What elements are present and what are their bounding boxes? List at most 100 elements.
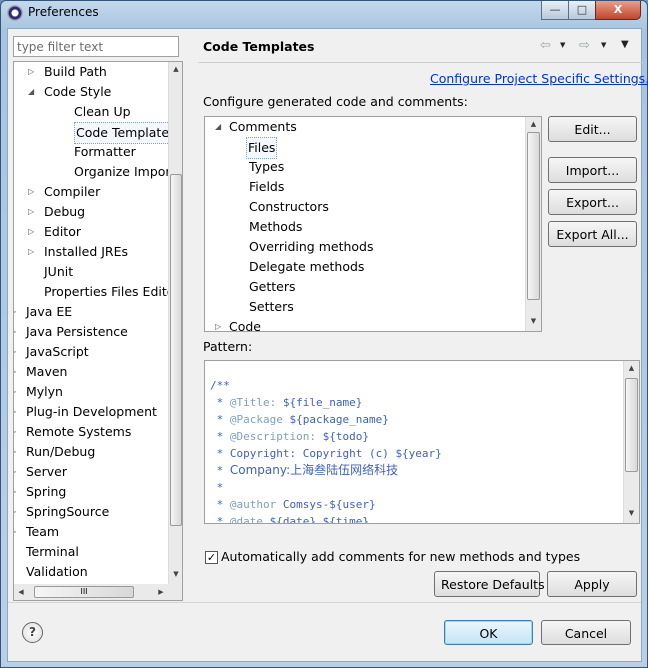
export-all-button[interactable]: Export All...: [548, 221, 637, 247]
templates-scroll-thumb[interactable]: [527, 132, 540, 300]
expand-arrow-icon[interactable]: ▷: [14, 402, 16, 422]
expand-arrow-icon[interactable]: ▷: [215, 317, 221, 331]
template-item[interactable]: Types: [205, 157, 523, 177]
auto-comments-checkbox[interactable]: ✓: [205, 551, 218, 564]
cancel-button[interactable]: Cancel: [541, 620, 631, 645]
tree-item[interactable]: ▷ Team: [14, 522, 167, 542]
tree-item[interactable]: ◢ Code Style: [14, 82, 167, 102]
pattern-line-text: Comsys-${user}: [276, 498, 376, 511]
collapse-arrow-icon[interactable]: ◢: [215, 117, 221, 137]
expand-arrow-icon[interactable]: ▷: [28, 62, 34, 82]
expand-arrow-icon[interactable]: ▷: [14, 302, 16, 322]
expand-arrow-icon[interactable]: ▷: [28, 182, 34, 202]
expand-arrow-icon[interactable]: ▷: [14, 422, 16, 442]
scroll-left-arrow-icon[interactable]: ◀: [16, 588, 26, 596]
expand-arrow-icon[interactable]: ▷: [14, 502, 16, 522]
tree-item[interactable]: ▷ Server: [14, 462, 167, 482]
tree-item[interactable]: ▷ Mylyn: [14, 382, 167, 402]
expand-arrow-icon[interactable]: ▷: [14, 322, 16, 342]
tree-item[interactable]: Terminal: [14, 542, 167, 562]
tree-scroll-thumb[interactable]: [170, 174, 182, 526]
template-item[interactable]: Methods: [205, 217, 523, 237]
expand-arrow-icon[interactable]: ▷: [14, 362, 16, 382]
restore-defaults-button[interactable]: Restore Defaults: [434, 571, 545, 597]
collapse-arrow-icon[interactable]: ◢: [28, 82, 34, 102]
configure-project-settings-link[interactable]: Configure Project Specific Settings...: [430, 71, 648, 86]
template-item[interactable]: ▷ Code: [205, 317, 523, 331]
scroll-up-arrow-icon[interactable]: ▲: [169, 65, 182, 73]
template-item[interactable]: Overriding methods: [205, 237, 523, 257]
filter-input[interactable]: [13, 36, 179, 57]
maximize-button[interactable]: □: [568, 1, 596, 20]
tree-item[interactable]: ▷ Editor: [14, 222, 167, 242]
expand-arrow-icon[interactable]: ▷: [14, 382, 16, 402]
view-menu-icon[interactable]: ▼: [621, 39, 629, 50]
tree-hscroll-thumb[interactable]: III: [34, 586, 134, 598]
expand-arrow-icon[interactable]: ▷: [14, 522, 16, 542]
tree-item-label: Compiler: [44, 184, 101, 199]
expand-arrow-icon[interactable]: ▷: [28, 242, 34, 262]
expand-arrow-icon[interactable]: ▷: [28, 202, 34, 222]
tree-item[interactable]: Formatter: [14, 142, 167, 162]
forward-arrow-icon[interactable]: ⇨: [579, 38, 590, 53]
export-button[interactable]: Export...: [548, 189, 637, 215]
tree-horizontal-scrollbar[interactable]: ◀ III ▶: [14, 584, 182, 600]
pattern-vertical-scrollbar[interactable]: ▲ ▼: [623, 361, 639, 523]
tree-item[interactable]: ▷ Compiler: [14, 182, 167, 202]
tree-item[interactable]: ▷ SpringSource: [14, 502, 167, 522]
pattern-scroll-up-icon[interactable]: ▲: [624, 364, 639, 372]
template-item[interactable]: ◢ Comments: [205, 117, 523, 137]
tree-item-label: Java Persistence: [26, 324, 128, 339]
templates-scroll-down-icon[interactable]: ▼: [526, 317, 541, 325]
scroll-down-arrow-icon[interactable]: ▼: [169, 570, 182, 578]
template-item[interactable]: Fields: [205, 177, 523, 197]
tree-item[interactable]: JUnit: [14, 262, 167, 282]
forward-history-dropdown-icon[interactable]: ▼: [601, 41, 606, 49]
pattern-editor[interactable]: /** * @Title: ${file_name} * @Package ${…: [204, 360, 640, 524]
templates-scroll-up-icon[interactable]: ▲: [526, 120, 541, 128]
template-item[interactable]: Constructors: [205, 197, 523, 217]
apply-button[interactable]: Apply: [547, 571, 637, 597]
tree-item[interactable]: ▷ Remote Systems: [14, 422, 167, 442]
tree-item[interactable]: ▷ Build Path: [14, 62, 167, 82]
expand-arrow-icon[interactable]: ▷: [14, 442, 16, 462]
pattern-scroll-thumb[interactable]: [625, 378, 638, 472]
tree-item[interactable]: ▷ Plug-in Development: [14, 402, 167, 422]
pattern-scroll-down-icon[interactable]: ▼: [624, 509, 639, 517]
tree-item[interactable]: Validation: [14, 562, 167, 582]
tree-item[interactable]: ▷ Java EE: [14, 302, 167, 322]
tree-item[interactable]: Clean Up: [14, 102, 167, 122]
expand-arrow-icon[interactable]: ▷: [14, 462, 16, 482]
tree-item[interactable]: ▷ Debug: [14, 202, 167, 222]
tree-item[interactable]: ▷ Java Persistence: [14, 322, 167, 342]
tree-item[interactable]: Code Templates: [14, 122, 178, 144]
edit-button[interactable]: Edit...: [548, 116, 637, 142]
title-bar[interactable]: Preferences — □ X: [1, 1, 647, 27]
template-item[interactable]: Files: [205, 137, 523, 159]
tree-item[interactable]: ▷ Run/Debug: [14, 442, 167, 462]
help-icon[interactable]: ?: [22, 622, 43, 643]
minimize-button[interactable]: —: [541, 1, 569, 20]
import-button[interactable]: Import...: [548, 157, 637, 183]
scroll-right-arrow-icon[interactable]: ▶: [156, 588, 166, 596]
tree-item[interactable]: Organize Imports: [14, 162, 182, 182]
tree-item-label: Spring: [26, 484, 67, 499]
expand-arrow-icon[interactable]: ▷: [14, 342, 16, 362]
template-item[interactable]: Setters: [205, 297, 523, 317]
tree-item[interactable]: Properties Files Editor: [14, 282, 180, 302]
tree-item[interactable]: ▷ Installed JREs: [14, 242, 167, 262]
template-item[interactable]: Delegate methods: [205, 257, 523, 277]
template-item[interactable]: Getters: [205, 277, 523, 297]
back-history-dropdown-icon[interactable]: ▼: [560, 41, 565, 49]
tree-vertical-scrollbar[interactable]: ▲ ▼: [168, 62, 182, 584]
tree-item[interactable]: ▷ JavaScript: [14, 342, 167, 362]
tree-item[interactable]: ▷ Spring: [14, 482, 167, 502]
close-button[interactable]: X: [595, 1, 641, 20]
expand-arrow-icon[interactable]: ▷: [14, 482, 16, 502]
expand-arrow-icon[interactable]: ▷: [28, 222, 34, 242]
auto-comments-label[interactable]: Automatically add comments for new metho…: [221, 549, 580, 564]
templates-vertical-scrollbar[interactable]: ▲ ▼: [525, 117, 541, 331]
ok-button[interactable]: OK: [444, 620, 533, 645]
tree-item[interactable]: ▷ Maven: [14, 362, 167, 382]
back-arrow-icon[interactable]: ⇦: [540, 38, 551, 53]
